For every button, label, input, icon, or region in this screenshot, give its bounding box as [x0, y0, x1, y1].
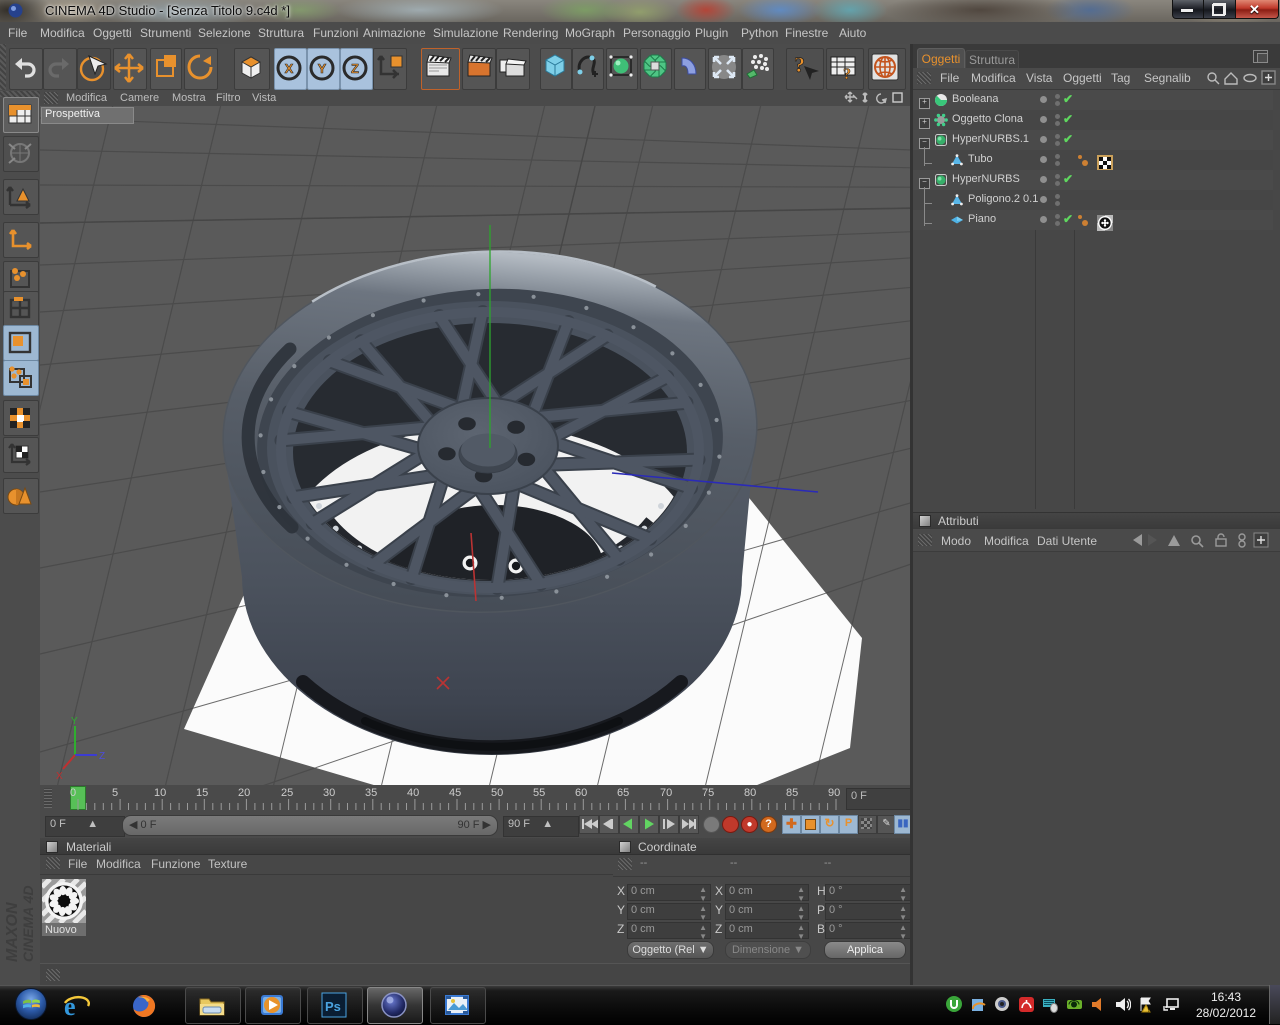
- svg-text:Ps: Ps: [325, 999, 341, 1014]
- svg-text:Nuovo: Nuovo: [45, 924, 77, 936]
- svg-text:e: e: [64, 992, 76, 1019]
- svg-text:!: !: [1148, 1007, 1150, 1014]
